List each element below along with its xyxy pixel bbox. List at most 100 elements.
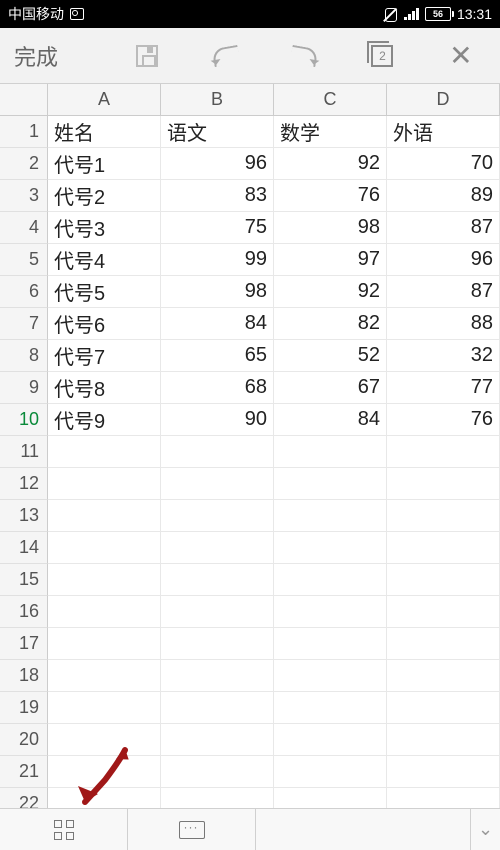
cell[interactable] [387,532,500,564]
row-header[interactable]: 2 [0,148,48,180]
row-header[interactable]: 16 [0,596,48,628]
cell[interactable] [161,628,274,660]
row-header[interactable]: 8 [0,340,48,372]
column-header-B[interactable]: B [161,84,274,116]
cell[interactable] [274,692,387,724]
cell[interactable]: 76 [274,180,387,212]
cell[interactable] [161,596,274,628]
column-header-A[interactable]: A [48,84,161,116]
cell[interactable] [48,756,161,788]
cell[interactable]: 65 [161,340,274,372]
cell[interactable] [274,500,387,532]
cell[interactable]: 77 [387,372,500,404]
cell[interactable] [48,468,161,500]
row-header[interactable]: 11 [0,436,48,468]
cell[interactable] [161,500,274,532]
cell[interactable] [274,660,387,692]
expand-handle[interactable]: ⌄ [470,809,500,850]
cell[interactable]: 32 [387,340,500,372]
cell[interactable] [387,564,500,596]
column-header-D[interactable]: D [387,84,500,116]
row-header[interactable]: 17 [0,628,48,660]
cell[interactable]: 96 [161,148,274,180]
row-header[interactable]: 7 [0,308,48,340]
cell[interactable]: 代号6 [48,308,161,340]
cell[interactable] [48,692,161,724]
cell[interactable] [274,468,387,500]
cell[interactable] [161,564,274,596]
cell[interactable] [274,436,387,468]
cell[interactable]: 代号9 [48,404,161,436]
row-header[interactable]: 1 [0,116,48,148]
row-header[interactable]: 13 [0,500,48,532]
cell[interactable] [48,724,161,756]
cell[interactable]: 姓名 [48,116,161,148]
spreadsheet[interactable]: ABCD 1姓名语文数学外语2代号19692703代号28376894代号375… [0,84,500,820]
cell[interactable] [48,660,161,692]
cell[interactable]: 67 [274,372,387,404]
row-header[interactable]: 4 [0,212,48,244]
cell[interactable] [387,628,500,660]
cell[interactable]: 代号3 [48,212,161,244]
cell[interactable] [48,436,161,468]
cell[interactable]: 82 [274,308,387,340]
cell[interactable]: 代号4 [48,244,161,276]
row-header[interactable]: 20 [0,724,48,756]
row-header[interactable]: 21 [0,756,48,788]
cell[interactable] [387,596,500,628]
grid-tools-button[interactable] [0,809,128,850]
cell[interactable] [274,756,387,788]
row-header[interactable]: 12 [0,468,48,500]
cell[interactable]: 代号2 [48,180,161,212]
sheets-button[interactable]: 2 [343,28,421,83]
cell[interactable]: 70 [387,148,500,180]
keyboard-button[interactable] [128,809,256,850]
cell[interactable] [387,692,500,724]
cell[interactable] [48,564,161,596]
cell[interactable] [48,532,161,564]
cell[interactable]: 84 [161,308,274,340]
column-header-C[interactable]: C [274,84,387,116]
row-header[interactable]: 3 [0,180,48,212]
cell[interactable]: 96 [387,244,500,276]
select-all-corner[interactable] [0,84,48,116]
cell[interactable] [161,660,274,692]
save-button[interactable] [108,28,186,83]
cell[interactable] [48,628,161,660]
row-header[interactable]: 14 [0,532,48,564]
cell[interactable]: 代号1 [48,148,161,180]
cell[interactable]: 52 [274,340,387,372]
cell[interactable]: 89 [387,180,500,212]
cell[interactable] [161,436,274,468]
cell[interactable] [274,724,387,756]
cell[interactable]: 代号8 [48,372,161,404]
cell[interactable]: 代号7 [48,340,161,372]
cell[interactable] [161,468,274,500]
cell[interactable]: 代号5 [48,276,161,308]
cell[interactable]: 97 [274,244,387,276]
cell[interactable]: 92 [274,276,387,308]
row-header[interactable]: 9 [0,372,48,404]
cell[interactable] [387,468,500,500]
cell[interactable] [387,660,500,692]
cell[interactable]: 90 [161,404,274,436]
cell[interactable]: 98 [161,276,274,308]
row-header[interactable]: 5 [0,244,48,276]
cell[interactable] [161,532,274,564]
cell[interactable]: 外语 [387,116,500,148]
cell[interactable]: 98 [274,212,387,244]
cell[interactable] [387,756,500,788]
cell[interactable] [48,500,161,532]
row-header[interactable]: 6 [0,276,48,308]
cell[interactable] [161,692,274,724]
cell[interactable] [274,596,387,628]
cell[interactable]: 语文 [161,116,274,148]
row-header[interactable]: 19 [0,692,48,724]
undo-button[interactable] [186,28,264,83]
done-button[interactable]: 完成 [0,28,108,83]
cell[interactable]: 87 [387,212,500,244]
cell[interactable] [387,724,500,756]
cell[interactable]: 88 [387,308,500,340]
cell[interactable] [274,628,387,660]
cell[interactable] [274,532,387,564]
